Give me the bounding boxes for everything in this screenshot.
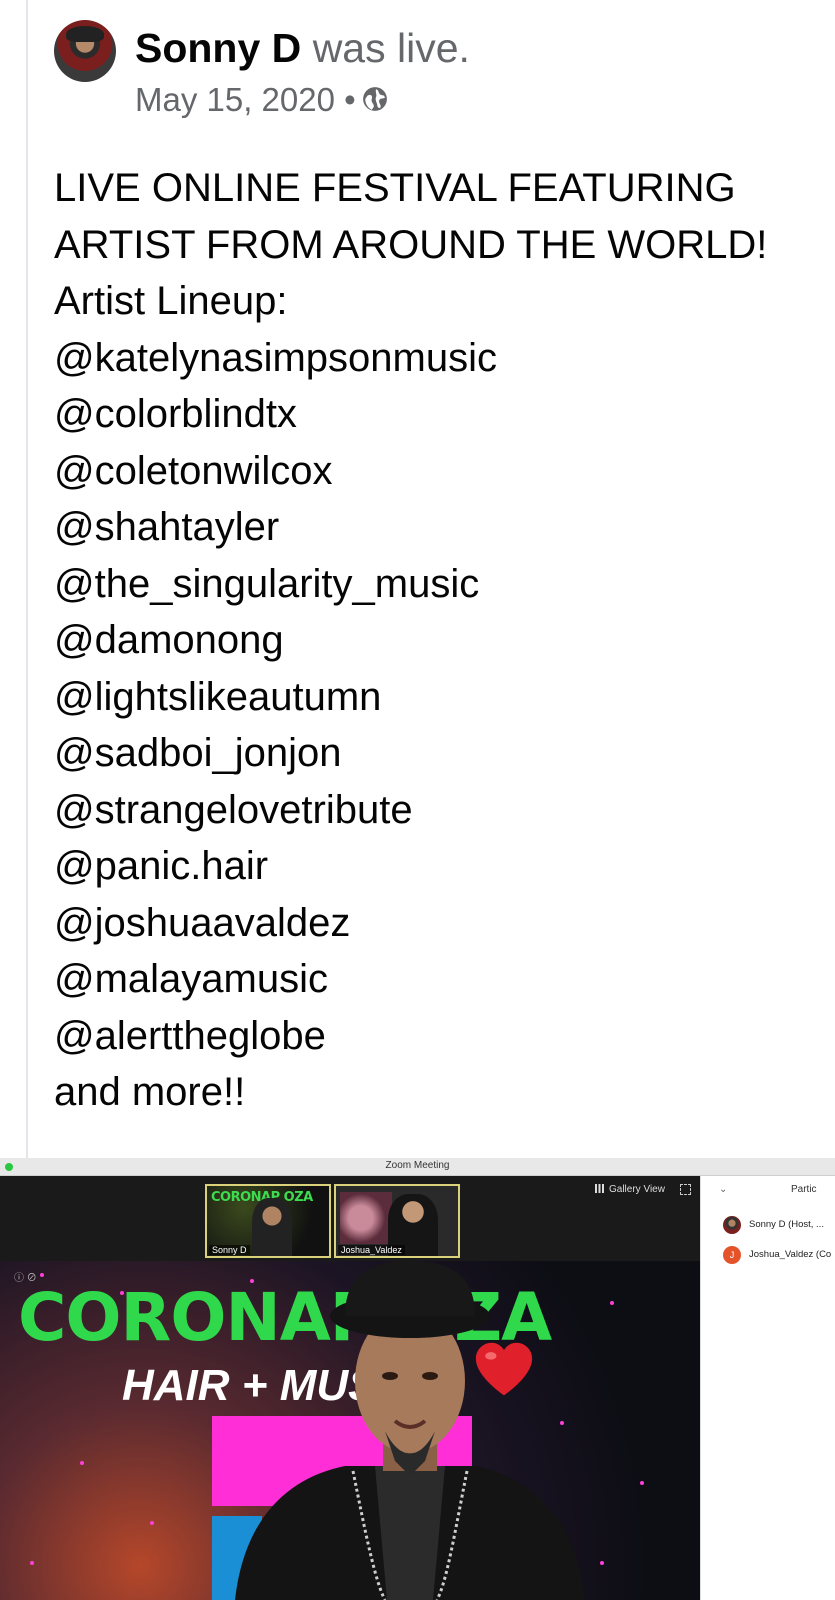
- post-text-line[interactable]: @the_singularity_music: [54, 556, 834, 613]
- gallery-view-button[interactable]: Gallery View: [595, 1184, 665, 1195]
- post-headline: Sonny D was live.: [135, 24, 470, 72]
- post-text-line[interactable]: @panic.hair: [54, 838, 834, 895]
- post-text-line[interactable]: @colorblindtx: [54, 386, 834, 443]
- post-text-line: Artist Lineup:: [54, 279, 288, 323]
- zoom-meeting-screenshot: Zoom Meeting CORONAP OZA Sonny D Joshua_…: [0, 1158, 835, 1600]
- post-meta: May 15, 2020 •: [135, 80, 388, 120]
- zoom-thumbnail-strip: CORONAP OZA Sonny D Joshua_Valdez Galler…: [0, 1176, 700, 1261]
- post-text-line[interactable]: @katelynasimpsonmusic: [54, 330, 834, 387]
- post-text-line: LIVE ONLINE FESTIVAL FEATURING: [54, 166, 736, 210]
- post-text-line[interactable]: @malayamusic: [54, 951, 834, 1008]
- meta-separator: •: [344, 81, 356, 118]
- presenter-figure: [235, 1261, 585, 1600]
- post-text-line[interactable]: @strangelovetribute: [54, 782, 834, 839]
- author-avatar[interactable]: [54, 20, 116, 82]
- participant-name: Joshua_Valdez (Co: [749, 1249, 832, 1260]
- author-name[interactable]: Sonny D: [135, 25, 301, 71]
- participants-title: Partic: [791, 1184, 817, 1195]
- post-text-line[interactable]: @lightslikeautumn: [54, 669, 834, 726]
- grid-icon: [595, 1184, 604, 1193]
- post-left-rule: [26, 0, 28, 1158]
- fullscreen-icon[interactable]: [680, 1184, 691, 1195]
- zoom-window-title: Zoom Meeting: [385, 1160, 450, 1171]
- participant-avatar: [723, 1216, 741, 1234]
- post-text-line[interactable]: @joshuaavaldez: [54, 895, 834, 952]
- zoom-titlebar: Zoom Meeting: [0, 1158, 835, 1176]
- live-status-text: was live.: [312, 25, 470, 71]
- thumbnail-poster: [340, 1192, 392, 1244]
- chevron-down-icon[interactable]: ⌄: [719, 1184, 727, 1195]
- post-text-line[interactable]: @sadboi_jonjon: [54, 725, 834, 782]
- post-text: LIVE ONLINE FESTIVAL FEATURING ARTIST FRO…: [54, 160, 834, 1121]
- post-text-line[interactable]: @coletonwilcox: [54, 443, 834, 500]
- globe-icon: [362, 87, 387, 112]
- thumbnail-name: Joshua_Valdez: [338, 1245, 405, 1255]
- participant-thumbnail[interactable]: CORONAP OZA Sonny D: [205, 1184, 331, 1258]
- post-text-line[interactable]: @alerttheglobe: [54, 1008, 834, 1065]
- post-date[interactable]: May 15, 2020: [135, 81, 335, 118]
- main-video[interactable]: ⓘ ⊘ CORONAP OZA HAIR + MUS: [0, 1261, 700, 1600]
- participant-thumbnail[interactable]: Joshua_Valdez: [334, 1184, 460, 1258]
- participant-initial: J: [723, 1246, 741, 1264]
- participant-name: Sonny D (Host, ...: [749, 1219, 824, 1230]
- gallery-view-label: Gallery View: [609, 1184, 665, 1195]
- thumbnail-person: [252, 1198, 292, 1256]
- thumbnail-name: Sonny D: [209, 1245, 250, 1255]
- post-text-line[interactable]: @shahtayler: [54, 499, 834, 556]
- participants-panel: ⌄ Partic Sonny D (Host, ... J Joshua_Val…: [700, 1176, 835, 1600]
- post-text-line: and more!!: [54, 1070, 246, 1114]
- post-text-line[interactable]: @damonong: [54, 612, 834, 669]
- post-text-line: ARTIST FROM AROUND THE WORLD!: [54, 222, 768, 267]
